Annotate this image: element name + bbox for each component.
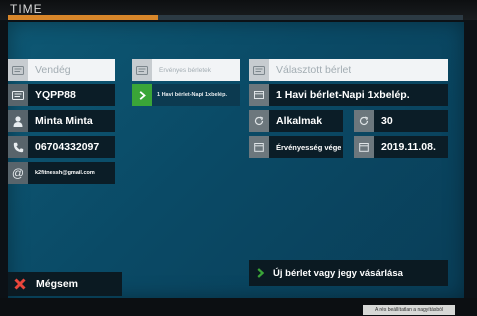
phone-icon xyxy=(8,136,28,158)
at-sign-icon: @ xyxy=(8,162,28,184)
valid-pass-item-label: 1 Havi bérlet-Napi 1xbelép. xyxy=(157,92,227,98)
id-card-icon xyxy=(8,59,28,81)
calendar-icon xyxy=(354,136,374,158)
cancel-button-label: Mégsem xyxy=(36,278,79,290)
customer-email-value: k2fitnessh@gmail.com xyxy=(35,170,95,176)
selected-pass-name: 1 Havi bérlet-Napi 1xbelép. xyxy=(276,89,410,101)
customer-email-field[interactable]: @ k2fitnessh@gmail.com xyxy=(8,162,115,184)
guest-field-label: Vendég xyxy=(35,64,71,76)
occasions-label: Alkalmak xyxy=(276,115,323,127)
chevron-right-icon xyxy=(132,84,152,106)
validity-value-field: 2019.11.08. xyxy=(354,136,448,158)
valid-passes-title: Érvényes bérletek xyxy=(159,66,212,74)
monitor-top-bezel: TIME xyxy=(0,0,477,20)
brand-logo: TIME xyxy=(10,2,43,16)
valid-passes-header: Érvényes bérletek xyxy=(132,59,240,81)
calendar-icon xyxy=(249,136,269,158)
person-icon xyxy=(8,110,28,132)
selected-pass-title: Választott bérlet xyxy=(276,64,352,76)
selected-pass-name-field: 1 Havi bérlet-Napi 1xbelép. xyxy=(249,84,448,106)
id-card-icon xyxy=(8,84,28,106)
chevron-right-icon xyxy=(249,268,271,278)
guest-field[interactable]: Vendég xyxy=(8,59,115,81)
customer-code-field[interactable]: YQPP88 xyxy=(8,84,115,106)
session-progress-bar xyxy=(8,15,463,20)
buy-new-pass-button[interactable]: Új bérlet vagy jegy vásárlása xyxy=(249,260,448,286)
customer-phone-value: 06704332097 xyxy=(35,141,100,153)
validity-label-field: Érvényesség vége xyxy=(249,136,343,158)
validity-value: 2019.11.08. xyxy=(381,141,436,153)
customer-name-value: Minta Minta xyxy=(35,115,93,127)
occasions-value: 30 xyxy=(381,115,393,127)
occasions-value-field: 30 xyxy=(354,110,448,132)
card-icon xyxy=(249,84,269,106)
refresh-icon xyxy=(354,110,374,132)
validity-label: Érvényesség vége xyxy=(276,142,342,152)
close-icon xyxy=(8,278,32,290)
id-card-icon xyxy=(249,59,269,81)
kiosk-screen: Vendég YQPP88 Minta Minta 06704332097 @ … xyxy=(8,22,464,298)
customer-phone-field[interactable]: 06704332097 xyxy=(8,136,115,158)
buy-new-pass-label: Új bérlet vagy jegy vásárlása xyxy=(273,267,403,279)
customer-name-field[interactable]: Minta Minta xyxy=(8,110,115,132)
occasions-label-field: Alkalmak xyxy=(249,110,343,132)
refresh-icon xyxy=(249,110,269,132)
monitor-sticker: A rés beállítatlan a nagyításból xyxy=(363,305,455,315)
customer-code-value: YQPP88 xyxy=(35,89,76,101)
id-card-icon xyxy=(132,59,152,81)
cancel-button[interactable]: Mégsem xyxy=(8,272,122,296)
selected-pass-header: Választott bérlet xyxy=(249,59,448,81)
valid-pass-item[interactable]: 1 Havi bérlet-Napi 1xbelép. xyxy=(132,84,240,106)
session-progress-fill xyxy=(8,15,159,20)
